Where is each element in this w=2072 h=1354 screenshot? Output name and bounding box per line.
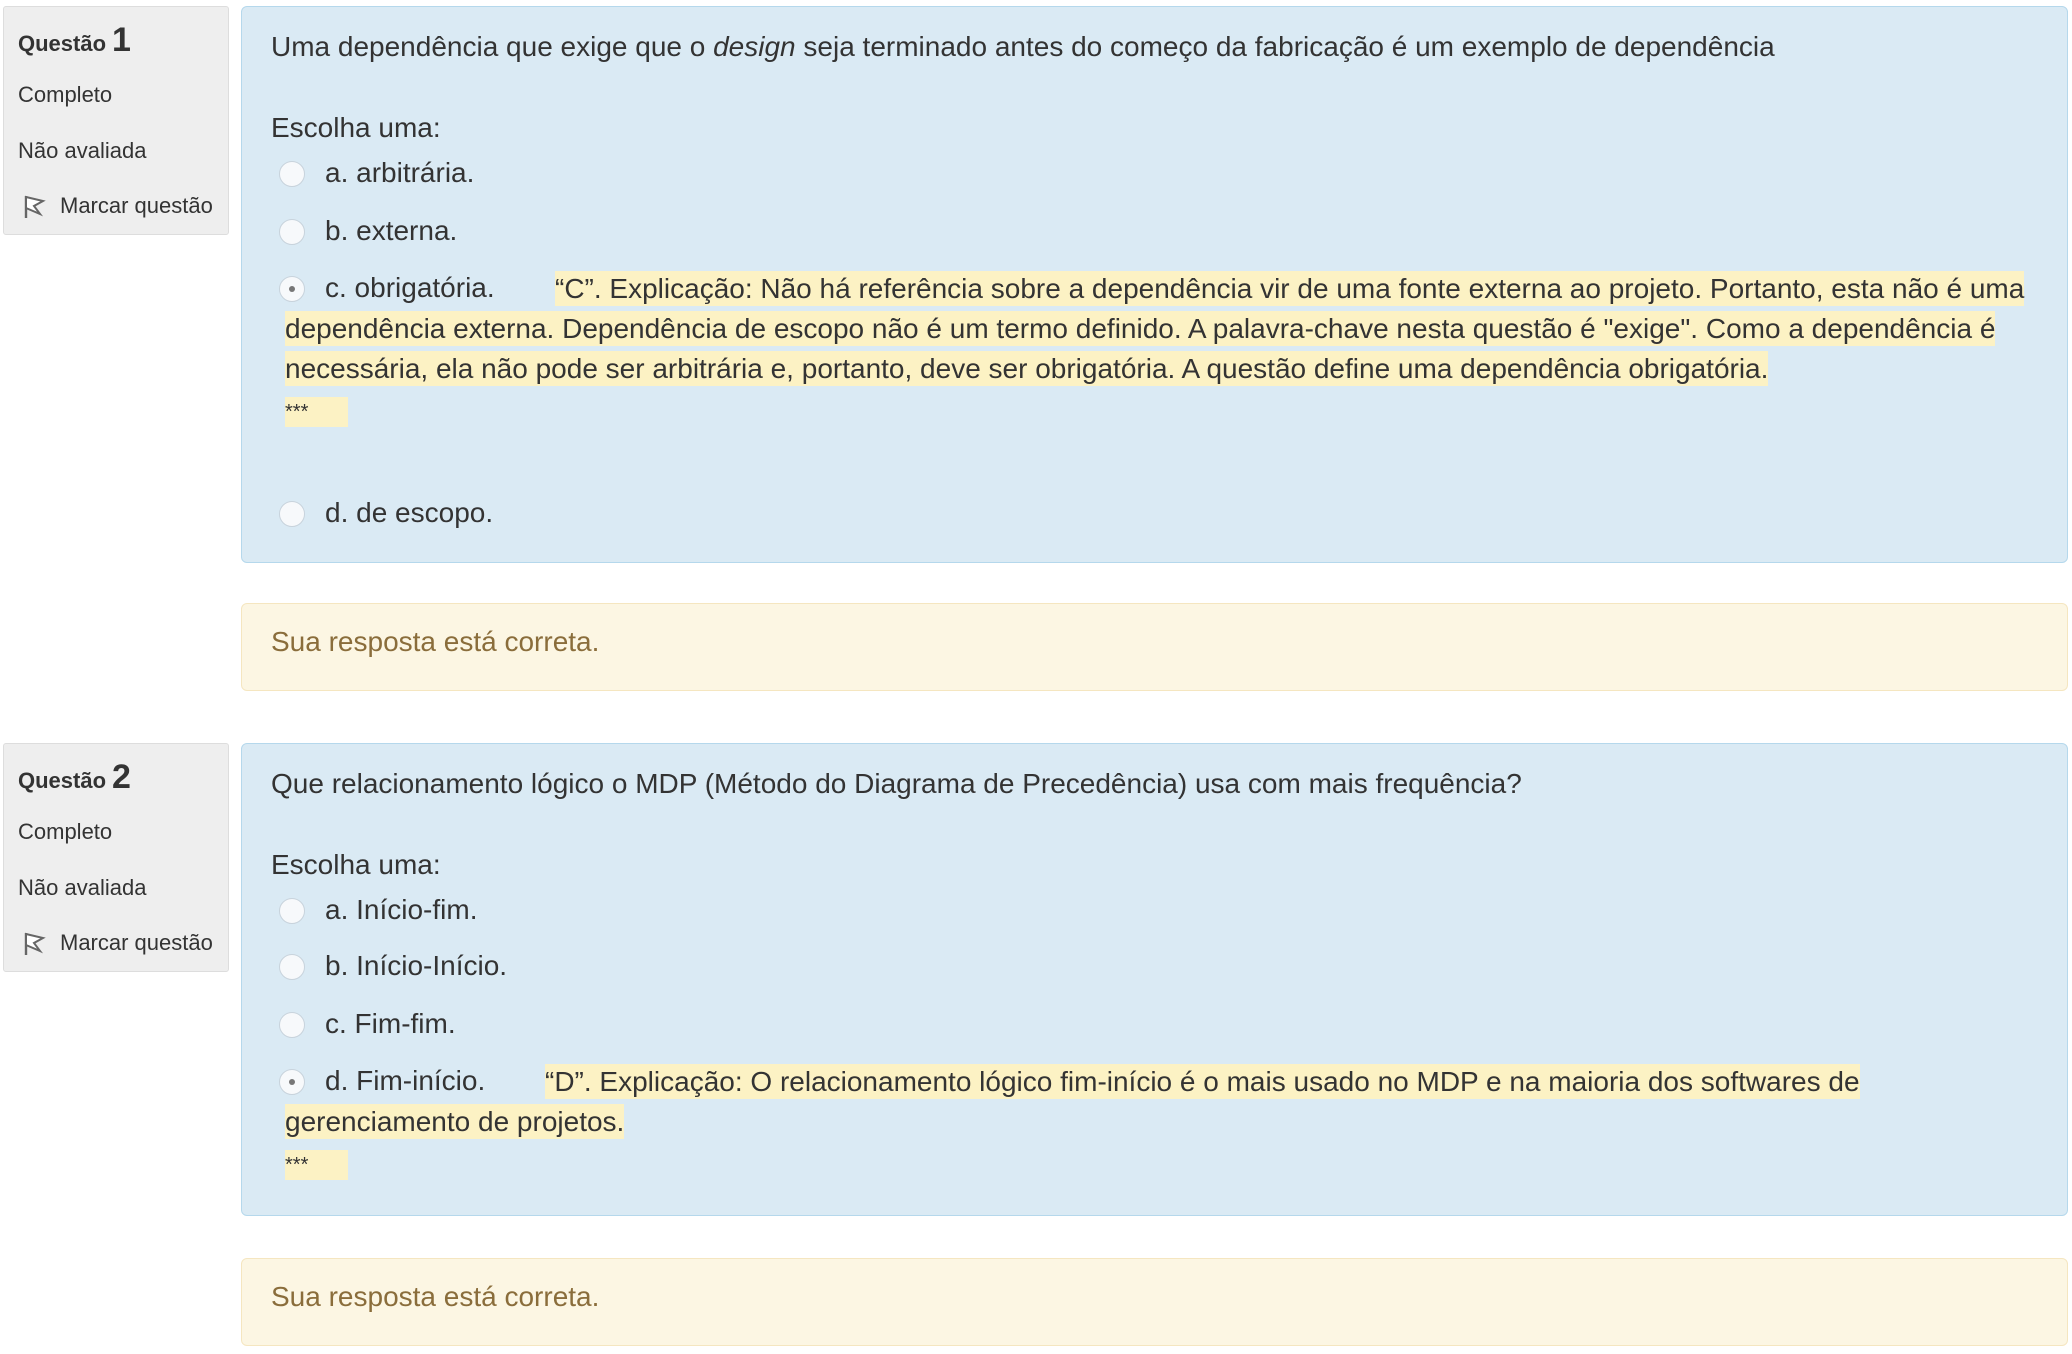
- question-formulation: Uma dependência que exige que o design s…: [241, 6, 2068, 563]
- question-text-part: seja terminado antes do começo da fabric…: [795, 31, 1775, 62]
- answer-option-label: b. Início-Início.: [325, 950, 508, 981]
- answer-prompt: Escolha uma:: [271, 112, 441, 143]
- question-formulation: Que relacionamento lógico o MDP (Método …: [241, 743, 2068, 1216]
- answer-prompt: Escolha uma:: [271, 849, 441, 880]
- outcome-panel: Sua resposta está correta.: [241, 603, 2068, 691]
- feedback-stars: ***: [285, 1150, 349, 1180]
- feedback-text: “D”. Explicação: O relacionamento lógico…: [285, 1064, 1860, 1139]
- question-info-panel: Questão 2 Completo Não avaliada Marcar qu…: [3, 743, 229, 972]
- question-info-panel: Questão 1 Completo Não avaliada Marcar qu…: [3, 6, 229, 235]
- question-label: Questão: [18, 768, 107, 793]
- question-text-part: Uma dependência que exige que o: [271, 31, 714, 62]
- question-number: Questão 1: [18, 21, 131, 60]
- answer-option-label: a. arbitrária.: [325, 157, 475, 188]
- question-text: Que relacionamento lógico o MDP (Método …: [271, 768, 1522, 799]
- flag-question-button[interactable]: Marcar questão: [20, 929, 213, 957]
- specific-feedback: “D”. Explicação: O relacionamento lógico…: [285, 1062, 2025, 1182]
- radio-button[interactable]: [279, 1012, 305, 1038]
- flag-question-label: Marcar questão: [60, 193, 213, 218]
- specific-feedback: “C”. Explicação: Não há referência sobre…: [285, 269, 2025, 429]
- question-grade: Não avaliada: [18, 875, 147, 900]
- feedback-stars: ***: [285, 397, 349, 427]
- feedback-text: “C”. Explicação: Não há referência sobre…: [285, 271, 2025, 386]
- radio-button[interactable]: [279, 219, 305, 245]
- outcome-text: Sua resposta está correta.: [271, 626, 600, 657]
- question-text: Uma dependência que exige que o design s…: [271, 31, 1775, 63]
- flag-icon: [24, 932, 46, 955]
- flag-question-label: Marcar questão: [60, 930, 213, 955]
- question-text-emphasis: design: [713, 31, 796, 62]
- answer-option-label: b. externa.: [325, 215, 458, 246]
- question-number-value: 2: [112, 758, 131, 796]
- radio-button[interactable]: [279, 954, 305, 980]
- answer-option-label: a. Início-fim.: [325, 894, 478, 925]
- outcome-panel: Sua resposta está correta.: [241, 1258, 2068, 1346]
- outcome-text: Sua resposta está correta.: [271, 1281, 600, 1312]
- question-state: Completo: [18, 82, 113, 107]
- radio-button[interactable]: [279, 161, 305, 187]
- question-label: Questão: [18, 31, 107, 56]
- flag-icon: [24, 195, 46, 218]
- radio-button[interactable]: [279, 501, 305, 527]
- question-grade: Não avaliada: [18, 138, 147, 163]
- radio-button[interactable]: [279, 898, 305, 924]
- question-number: Questão 2: [18, 758, 131, 797]
- flag-question-button[interactable]: Marcar questão: [20, 192, 213, 220]
- question-number-value: 1: [112, 21, 131, 59]
- answer-option-label: d. de escopo.: [325, 497, 494, 528]
- question-state: Completo: [18, 819, 113, 844]
- answer-option-label: c. Fim-fim.: [325, 1008, 456, 1039]
